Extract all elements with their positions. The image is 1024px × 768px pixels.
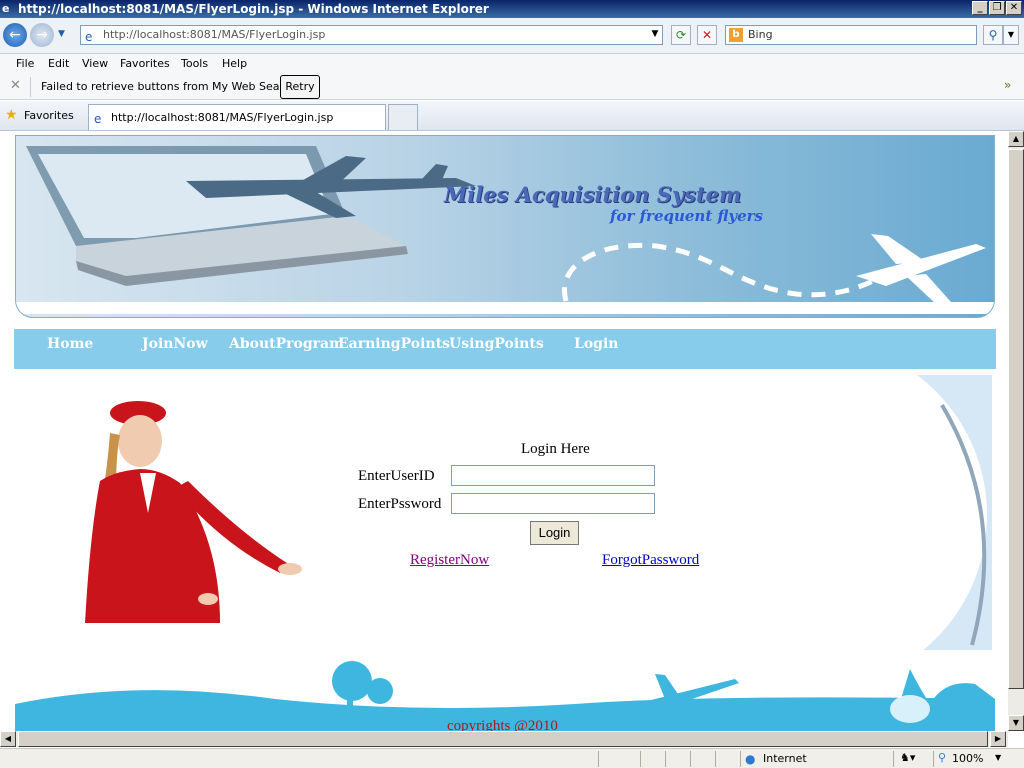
header-banner: Miles Acquisition System for frequent fl…	[15, 135, 995, 318]
register-link[interactable]: RegisterNow	[410, 552, 489, 569]
tab-current[interactable]: e http://localhost:8081/MAS/FlyerLogin.j…	[88, 104, 386, 130]
retry-button[interactable]: Retry	[280, 75, 320, 99]
toolbar-message: Failed to retrieve buttons from My Web S…	[41, 80, 301, 93]
address-text: http://localhost:8081/MAS/FlyerLogin.jsp	[103, 28, 326, 41]
login-button[interactable]: Login	[530, 521, 579, 545]
stop-button[interactable]: ✕	[697, 25, 717, 45]
flight-attendant-image	[85, 401, 302, 623]
close-window-button[interactable]: ✕	[1006, 1, 1022, 15]
status-separator	[933, 751, 934, 767]
scroll-right-icon[interactable]: ▶	[990, 731, 1006, 747]
copyright-text: copyrights @2010	[447, 718, 558, 731]
forgot-password-link[interactable]: ForgotPassword	[602, 552, 699, 569]
nav-home[interactable]: Home	[47, 336, 93, 352]
menu-file[interactable]: File	[16, 57, 34, 70]
banner-artwork	[16, 146, 994, 314]
status-separator	[640, 751, 641, 767]
password-label: EnterPssword	[358, 496, 442, 512]
password-input[interactable]	[451, 493, 655, 514]
userid-label: EnterUserID	[358, 468, 435, 484]
status-separator	[715, 751, 716, 767]
address-toolbar: ← → ▼ e http://localhost:8081/MAS/FlyerL…	[0, 18, 1024, 54]
nav-login[interactable]: Login	[574, 336, 618, 352]
banner-subtitle: for frequent flyers	[610, 207, 763, 225]
menu-tools[interactable]: Tools	[181, 57, 208, 70]
nav-aboutprogram[interactable]: AboutProgram	[229, 336, 344, 352]
menu-view[interactable]: View	[82, 57, 108, 70]
nav-joinnow[interactable]: JoinNow	[142, 336, 208, 352]
horizontal-scrollbar[interactable]: ◀ ▶	[0, 731, 1008, 747]
vertical-scroll-thumb[interactable]	[1008, 149, 1024, 689]
refresh-button[interactable]: ⟳	[671, 25, 691, 45]
status-bar: ● Internet ♞▾ ⚲ 100% ▼	[0, 748, 1024, 768]
horizontal-scroll-thumb[interactable]	[18, 731, 988, 747]
ie-logo-icon: e	[2, 2, 10, 15]
banner-title: Miles Acquisition System	[444, 182, 742, 207]
scroll-up-icon[interactable]: ▲	[1008, 131, 1024, 147]
internet-globe-icon: ●	[745, 752, 756, 766]
protected-mode-icon[interactable]: ♞▾	[900, 751, 915, 764]
main-nav: Home JoinNow AboutProgram EarningPoints …	[14, 329, 996, 369]
forward-button[interactable]: →	[30, 23, 54, 47]
restore-button[interactable]: ❐	[989, 1, 1005, 15]
status-separator	[598, 751, 599, 767]
page-icon: e	[85, 30, 93, 44]
web-search-toolbar: ✕ Failed to retrieve buttons from My Web…	[0, 74, 1024, 100]
window-title: http://localhost:8081/MAS/FlyerLogin.jsp…	[18, 2, 489, 16]
search-button[interactable]: ⚲	[983, 25, 1003, 45]
minimize-button[interactable]: _	[972, 1, 988, 15]
menu-help[interactable]: Help	[222, 57, 247, 70]
nav-usingpoints[interactable]: UsingPoints	[449, 336, 544, 352]
scroll-down-icon[interactable]: ▼	[1008, 715, 1024, 731]
nav-earningpoints[interactable]: EarningPoints	[338, 336, 450, 352]
tab-title: http://localhost:8081/MAS/FlyerLogin.jsp	[111, 111, 334, 124]
status-separator	[690, 751, 691, 767]
menu-edit[interactable]: Edit	[48, 57, 69, 70]
recent-pages-dropdown-icon[interactable]: ▼	[58, 29, 65, 39]
back-button[interactable]: ←	[3, 23, 27, 47]
favorites-bar: ★ Favorites e http://localhost:8081/MAS/…	[0, 101, 1024, 131]
address-input[interactable]: e http://localhost:8081/MAS/FlyerLogin.j…	[80, 25, 663, 45]
search-placeholder: Bing	[748, 28, 773, 41]
status-separator	[740, 751, 741, 767]
close-toolbar-icon[interactable]: ✕	[10, 78, 21, 93]
zoom-icon[interactable]: ⚲	[938, 751, 946, 764]
page-content: Miles Acquisition System for frequent fl…	[0, 131, 1008, 731]
window-titlebar: e http://localhost:8081/MAS/FlyerLogin.j…	[0, 0, 1024, 18]
favorites-button[interactable]: Favorites	[24, 109, 74, 122]
search-options-icon[interactable]: ▼	[1003, 25, 1019, 45]
status-separator	[665, 751, 666, 767]
tab-page-icon: e	[94, 112, 102, 126]
toolbar-chevron-icon[interactable]: »	[1004, 78, 1011, 92]
status-separator	[893, 751, 894, 767]
scroll-left-icon[interactable]: ◀	[0, 731, 16, 747]
new-tab-button[interactable]	[388, 104, 418, 130]
login-heading: Login Here	[521, 441, 590, 457]
decorative-globe-panel	[792, 375, 992, 650]
favorites-star-icon: ★	[5, 107, 18, 123]
search-input[interactable]: b Bing	[725, 25, 977, 45]
userid-input[interactable]	[451, 465, 655, 486]
menu-favorites[interactable]: Favorites	[120, 57, 170, 70]
zoom-level[interactable]: 100%	[952, 752, 983, 765]
bing-icon: b	[729, 28, 743, 42]
zoom-dropdown-icon[interactable]: ▼	[995, 753, 1001, 762]
menu-bar: File Edit View Favorites Tools Help	[0, 54, 1024, 74]
address-dropdown-icon[interactable]: ▼	[647, 25, 663, 45]
vertical-scrollbar[interactable]: ▲ ▼	[1008, 131, 1024, 731]
security-zone: Internet	[763, 752, 807, 765]
toolbar-divider	[30, 77, 31, 97]
